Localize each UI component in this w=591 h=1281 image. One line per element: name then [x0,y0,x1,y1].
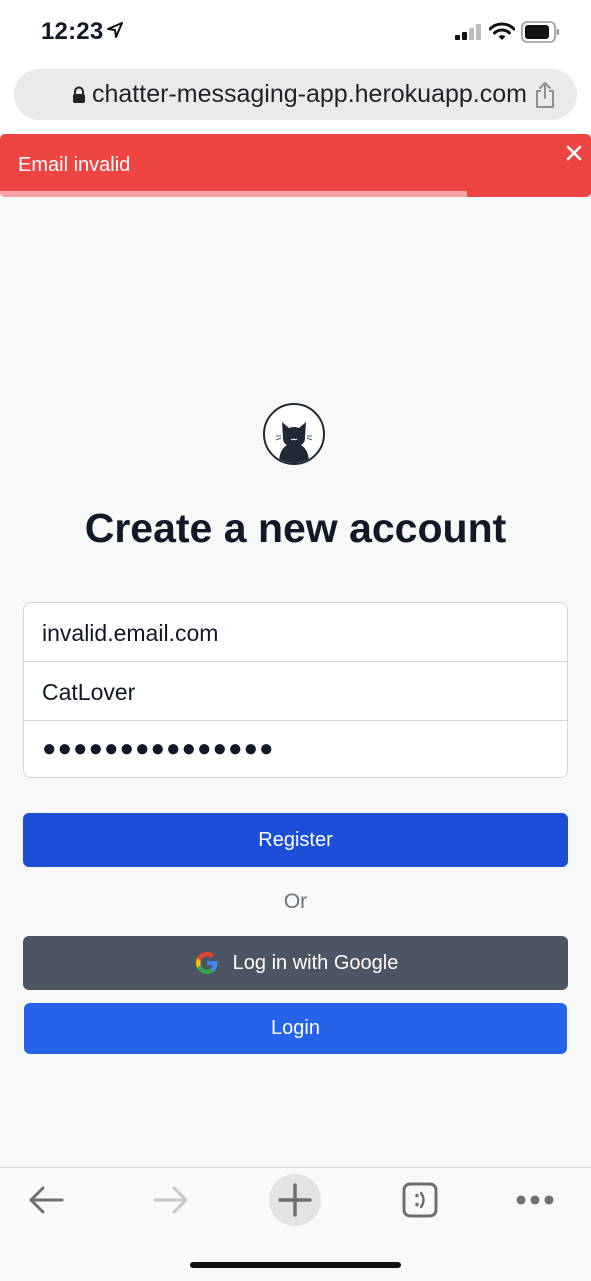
toast-progress-bar [0,191,467,197]
username-field[interactable]: CatLover [24,661,567,719]
more-icon[interactable] [515,1192,555,1208]
signal-icon [455,24,481,40]
home-indicator [190,1262,401,1268]
google-login-label: Log in with Google [232,952,399,974]
username-value: CatLover [42,679,136,705]
new-tab-button[interactable] [269,1174,321,1226]
status-bar: 12:23 [0,0,591,64]
forward-icon[interactable] [151,1184,191,1216]
location-arrow-icon [107,22,123,38]
url-text[interactable]: chatter-messaging-app.herokuapp.com [92,80,527,109]
address-bar[interactable]: chatter-messaging-app.herokuapp.com [14,69,577,120]
register-button[interactable]: Register [23,813,568,867]
google-icon [195,952,218,974]
registration-form: invalid.email.com CatLover ●●●●●●●●●●●●●… [23,602,568,778]
new-tab-icon [278,1183,312,1217]
google-login-button[interactable]: Log in with Google [23,936,568,990]
tabs-icon[interactable] [402,1182,438,1218]
share-icon[interactable] [533,81,557,109]
password-field[interactable]: ●●●●●●●●●●●●●●● [24,720,567,777]
wifi-icon [489,22,515,40]
email-field[interactable]: invalid.email.com [24,603,567,661]
lock-icon [73,86,85,103]
cat-logo-icon [263,403,325,465]
status-time: 12:23 [41,18,104,45]
password-value: ●●●●●●●●●●●●●●● [42,735,275,762]
close-icon[interactable] [563,142,585,164]
error-toast: Email invalid [0,134,591,197]
back-icon[interactable] [26,1184,66,1216]
login-button[interactable]: Login [24,1003,567,1054]
page-title: Create a new account [84,505,507,551]
browser-address-area: chatter-messaging-app.herokuapp.com [0,64,591,134]
battery-icon [521,21,559,43]
or-separator: Or [283,890,308,913]
toast-message: Email invalid [18,154,131,176]
email-value: invalid.email.com [42,620,219,646]
